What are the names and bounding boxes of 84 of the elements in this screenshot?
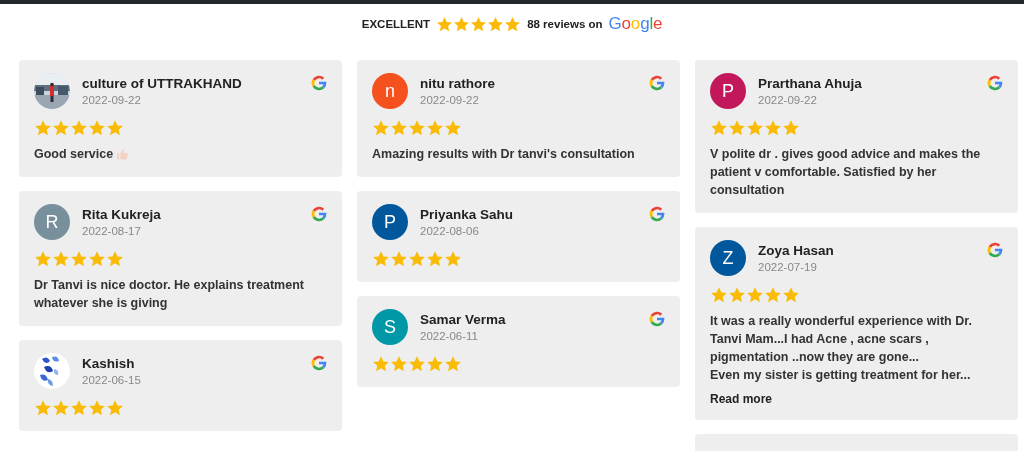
review-text: It was a really wonderful experience with Dr. Tanvi Mam...I had Acne , acne scars , pigmentation ..now they are gone... Even my sister is getting treatment for her...	[710, 313, 973, 384]
google-g-icon	[310, 205, 328, 223]
google-g-icon	[648, 74, 666, 92]
star-icon	[426, 119, 444, 137]
avatar: R	[34, 204, 70, 240]
google-g-icon	[986, 241, 1004, 259]
star-icon	[728, 286, 746, 304]
avatar: Z	[710, 240, 746, 276]
reviewer-name: Samar Verma	[420, 312, 506, 327]
reviewer-name: Rita Kukreja	[82, 207, 161, 222]
star-icon	[728, 119, 746, 137]
star-icon	[106, 399, 124, 417]
star-icon	[436, 15, 454, 33]
star-icon	[106, 250, 124, 268]
star-icon	[88, 250, 106, 268]
reviewer-name: Zoya Hasan	[758, 243, 834, 258]
star-icon	[453, 15, 471, 33]
star-icon	[710, 119, 728, 137]
star-icon	[426, 355, 444, 373]
review-text: V polite dr . gives good advice and makes the patient v comfortable. Satisfied by her consultation	[710, 146, 982, 199]
star-icon	[746, 119, 764, 137]
star-icon	[52, 250, 70, 268]
google-g-icon	[986, 74, 1004, 92]
star-icon	[52, 399, 70, 417]
review-date: 2022-09-22	[420, 94, 480, 106]
star-icon	[88, 399, 106, 417]
star-icon	[390, 250, 408, 268]
review-date: 2022-09-22	[758, 94, 818, 106]
avatar: P	[710, 73, 746, 109]
star-icon	[34, 399, 52, 417]
rating-label: EXCELLENT	[361, 18, 431, 30]
star-icon	[444, 119, 462, 137]
star-icon	[426, 250, 444, 268]
star-icon	[470, 15, 488, 33]
star-icon	[408, 119, 426, 137]
star-icon	[444, 355, 462, 373]
reviewer-name: nitu rathore	[420, 76, 495, 91]
review-date: 2022-06-11	[420, 330, 479, 342]
star-icon	[106, 119, 124, 137]
star-icon	[764, 286, 782, 304]
star-icon	[390, 119, 408, 137]
star-icon	[372, 250, 390, 268]
read-more-link[interactable]: Read more	[710, 392, 773, 406]
star-icon	[88, 119, 106, 137]
review-text: Amazing results with Dr tanvi's consultation	[372, 146, 636, 163]
star-icon	[372, 119, 390, 137]
google-g-icon	[648, 310, 666, 328]
review-text: Good service	[34, 146, 114, 163]
star-icon	[746, 286, 764, 304]
star-icon	[408, 250, 426, 268]
review-date: 2022-09-22	[82, 94, 142, 106]
reviewer-name: Prarthana Ahuja	[758, 76, 862, 91]
review-date: 2022-07-19	[758, 261, 818, 273]
avatar: n	[372, 73, 408, 109]
review-text: Dr Tanvi is nice doctor. He explains treatment whatever she is giving	[34, 277, 305, 312]
review-date: 2022-08-17	[82, 225, 142, 237]
google-g-icon	[310, 74, 328, 92]
reviewer-name: Kashish	[82, 356, 136, 371]
star-icon	[782, 119, 800, 137]
review-count: 88 reviews on	[527, 18, 603, 30]
avatar: S	[372, 309, 408, 345]
reviewer-name: culture of UTTRAKHAND	[82, 76, 242, 91]
star-icon	[764, 119, 782, 137]
star-icon	[487, 15, 505, 33]
star-icon	[444, 250, 462, 268]
star-icon	[372, 355, 390, 373]
star-icon	[52, 119, 70, 137]
avatar: P	[372, 204, 408, 240]
reviewer-name: Priyanka Sahu	[420, 207, 514, 222]
star-icon	[390, 355, 408, 373]
google-g-icon	[310, 354, 328, 372]
star-icon	[504, 15, 522, 33]
review-date: 2022-08-06	[420, 225, 480, 237]
star-icon	[34, 119, 52, 137]
star-icon	[70, 119, 88, 137]
star-icon	[34, 250, 52, 268]
star-icon	[70, 399, 88, 417]
google-logo: Google	[608, 14, 663, 34]
star-icon	[782, 286, 800, 304]
google-g-icon	[648, 205, 666, 223]
star-icon	[710, 286, 728, 304]
star-icon	[408, 355, 426, 373]
review-date: 2022-06-15	[82, 374, 141, 386]
star-icon	[70, 250, 88, 268]
